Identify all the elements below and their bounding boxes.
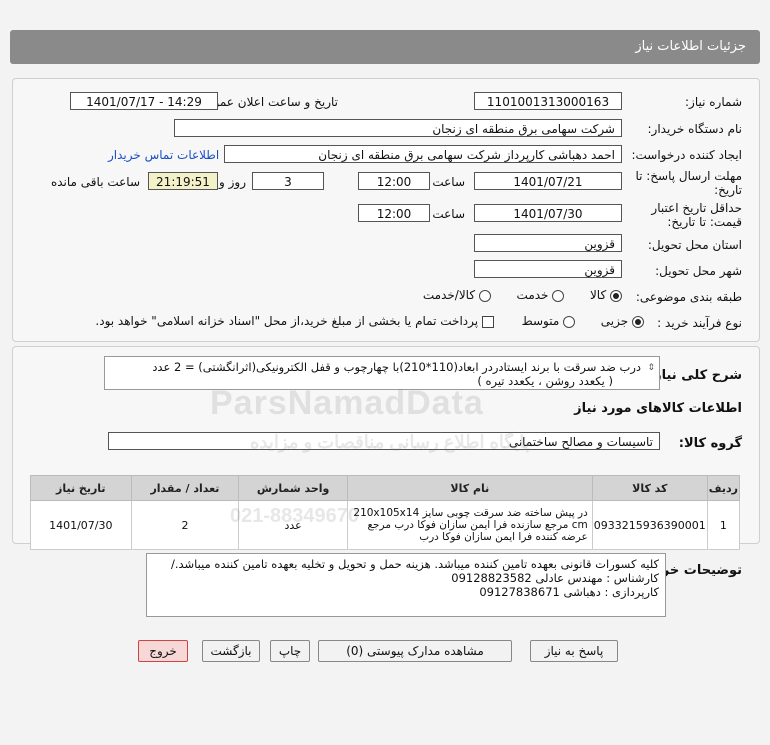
remaining-time-field: 21:19:51 [148, 172, 218, 190]
deadline-time-field: 12:00 [358, 172, 430, 190]
validity-label-1: حداقل تاریخ اعتبار [651, 201, 742, 215]
col-qty: تعداد / مقدار [130, 475, 240, 501]
creator-field: احمد دهباشی کارپرداز شرکت سهامی برق منطق… [224, 145, 622, 163]
deadline-date-field: 1401/07/21 [474, 172, 622, 190]
buyer-contact-link[interactable]: اطلاعات تماس خریدار [108, 148, 219, 162]
announce-field: 1401/07/17 - 14:29 [70, 92, 218, 110]
respond-button[interactable]: پاسخ به نیاز [530, 640, 618, 662]
goods-table-wrapper: ردیف کد کالا نام کالا واحد شمارش تعداد /… [30, 475, 741, 550]
category-radio-service[interactable] [552, 289, 565, 302]
buyer-notes-line-2: کارشناس : مهندس عادلی 09128823582 [451, 571, 659, 585]
city-label: شهر محل تحویل: [655, 264, 742, 278]
cell-qty: 2 [130, 500, 240, 550]
page-header: جزئیات اطلاعات نیاز [10, 30, 760, 64]
goods-table: ردیف کد کالا نام کالا واحد شمارش تعداد /… [30, 475, 741, 550]
category-option-goods: کالا [589, 288, 607, 302]
deadline-label-1: مهلت ارسال پاسخ: تا [635, 169, 742, 183]
process-radio-minor[interactable] [632, 315, 644, 328]
col-unit: واحد شمارش [238, 475, 348, 501]
back-button[interactable]: بازگشت [202, 640, 260, 662]
remaining-label: ساعت باقی مانده [50, 175, 140, 189]
need-desc-line-2: ( یکعدد روشن ، یکعدد تیره ) [477, 374, 613, 388]
need-number-field: 1101001313000163 [474, 92, 622, 110]
buyer-label: نام دستگاه خریدار: [647, 122, 743, 136]
province-label: استان محل تحویل: [647, 238, 742, 252]
view-docs-button[interactable]: مشاهده مدارک پیوستی (0) [318, 640, 512, 662]
validity-time-label: ساعت [432, 207, 465, 221]
table-row: 1 0933215936390001 در پیش ساخته ضد سرقت … [30, 500, 741, 550]
validity-date-field: 1401/07/30 [474, 204, 622, 222]
category-option-service: خدمت [516, 288, 549, 302]
process-label: نوع فرآیند خرید : [657, 316, 742, 330]
deadline-label-2: تاریخ: [714, 183, 742, 197]
process-option-medium: متوسط [521, 314, 560, 328]
goods-group-label: گروه کالا: [678, 436, 742, 451]
need-desc-box: ⇕ درب ضد سرقت با برند ایستادردر ابعاد(11… [104, 356, 660, 390]
category-label: طبقه بندی موضوعی: [635, 290, 742, 304]
process-option-minor: جزیی [600, 314, 629, 328]
cell-date: 1401/07/30 [30, 500, 132, 550]
goods-section-title: اطلاعات کالاهای مورد نیاز [574, 401, 742, 416]
city-field: قزوین [474, 260, 622, 278]
goods-table-header: ردیف کد کالا نام کالا واحد شمارش تعداد /… [30, 475, 741, 501]
process-radio-medium[interactable] [563, 315, 576, 328]
treasury-payment-checkbox[interactable] [481, 315, 494, 328]
col-date: تاریخ نیاز [30, 475, 132, 501]
validity-time-field: 12:00 [358, 204, 430, 222]
validity-label-2: قیمت: تا تاریخ: [667, 215, 742, 229]
buyer-field: شرکت سهامی برق منطقه ای زنجان [174, 119, 622, 137]
col-code: کد کالا [591, 475, 708, 501]
cell-code: 0933215936390001 [591, 500, 708, 550]
days-label: روز و [219, 175, 246, 189]
cell-row: 1 [706, 500, 741, 550]
exit-button[interactable]: خروج [138, 640, 188, 662]
deadline-time-label: ساعت [432, 175, 465, 189]
buyer-notes-box: کلیه کسورات قانونی بعهده تامین کننده میب… [146, 553, 666, 617]
treasury-payment-note: پرداخت تمام یا بخشی از مبلغ خرید،از محل … [95, 314, 479, 328]
goods-group-field: تاسیسات و مصالح ساختمانی [108, 432, 660, 450]
need-desc-line-1: درب ضد سرقت با برند ایستادردر ابعاد(110*… [152, 360, 641, 374]
col-name: نام کالا [346, 475, 593, 501]
creator-label: ایجاد کننده درخواست: [631, 148, 742, 162]
cell-name: در پیش ساخته ضد سرقت چوبی سایز 210x105x1… [346, 500, 593, 550]
category-option-goods-service: کالا/خدمت [422, 288, 476, 302]
buyer-notes-line-3: کارپردازی : دهباشی 09127838671 [479, 585, 659, 599]
category-radio-group: کالا خدمت کالا/خدمت [423, 288, 622, 302]
category-radio-goods-service[interactable] [478, 289, 491, 302]
need-desc-label: شرح کلی نیاز: [648, 368, 742, 383]
resize-icon: ⇕ [647, 363, 655, 373]
need-number-label: شماره نیاز: [685, 95, 742, 109]
province-field: قزوین [474, 234, 622, 252]
days-count-field: 3 [252, 172, 324, 190]
buyer-notes-line-1: کلیه کسورات قانونی بعهده تامین کننده میب… [170, 557, 659, 571]
category-radio-goods[interactable] [610, 289, 622, 302]
cell-unit: عدد [238, 500, 348, 550]
print-button[interactable]: چاپ [270, 640, 310, 662]
col-row: ردیف [706, 475, 741, 501]
process-radio-group: جزیی متوسط پرداخت تمام یا بخشی از مبلغ خ… [95, 314, 644, 328]
